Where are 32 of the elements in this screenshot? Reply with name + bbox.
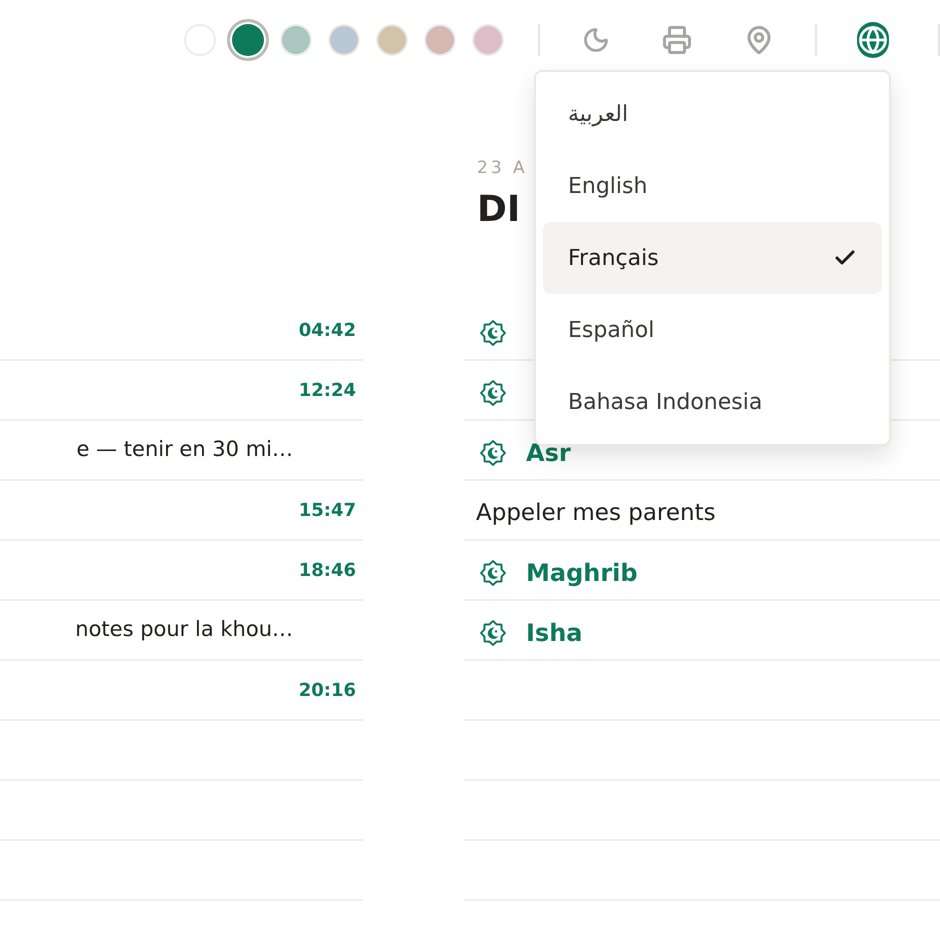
language-option[interactable]: العربية: [543, 78, 882, 150]
color-swatch[interactable]: [280, 24, 312, 56]
language-option[interactable]: Español: [543, 294, 882, 366]
prayer-time: 12:24: [298, 378, 357, 402]
date-label: 23 A: [477, 157, 529, 180]
language-option[interactable]: Bahasa Indonesia: [543, 366, 882, 438]
color-swatch[interactable]: [232, 24, 264, 56]
moon-icon[interactable]: [582, 26, 610, 54]
printer-icon[interactable]: [662, 25, 692, 55]
prayer-name: Asr: [526, 438, 571, 469]
task-text: notes pour la khou…: [75, 616, 294, 644]
crescent-star-icon: [480, 620, 506, 646]
prayer-time: 04:42: [298, 318, 357, 342]
language-option[interactable]: English: [543, 150, 882, 222]
crescent-star-icon: [480, 380, 506, 406]
prayer-name: Maghrib: [526, 558, 638, 589]
language-option[interactable]: Français: [543, 222, 882, 294]
task-text: Appeler mes parents: [476, 498, 716, 528]
crescent-star-icon: [480, 440, 506, 466]
crescent-star-icon: [480, 560, 506, 586]
prayer-time: 18:46: [298, 558, 357, 582]
crescent-star-icon: [480, 320, 506, 346]
color-swatch[interactable]: [424, 24, 456, 56]
task-text: e — tenir en 30 mi…: [76, 436, 294, 464]
prayer-time: 15:47: [298, 498, 357, 522]
globe-icon[interactable]: [857, 22, 889, 58]
color-swatch[interactable]: [376, 24, 408, 56]
prayer-name: Isha: [526, 618, 582, 649]
color-swatch[interactable]: [472, 24, 504, 56]
day-title: DI: [477, 188, 522, 232]
color-swatch[interactable]: [328, 24, 360, 56]
prayer-time: 20:16: [298, 678, 357, 702]
